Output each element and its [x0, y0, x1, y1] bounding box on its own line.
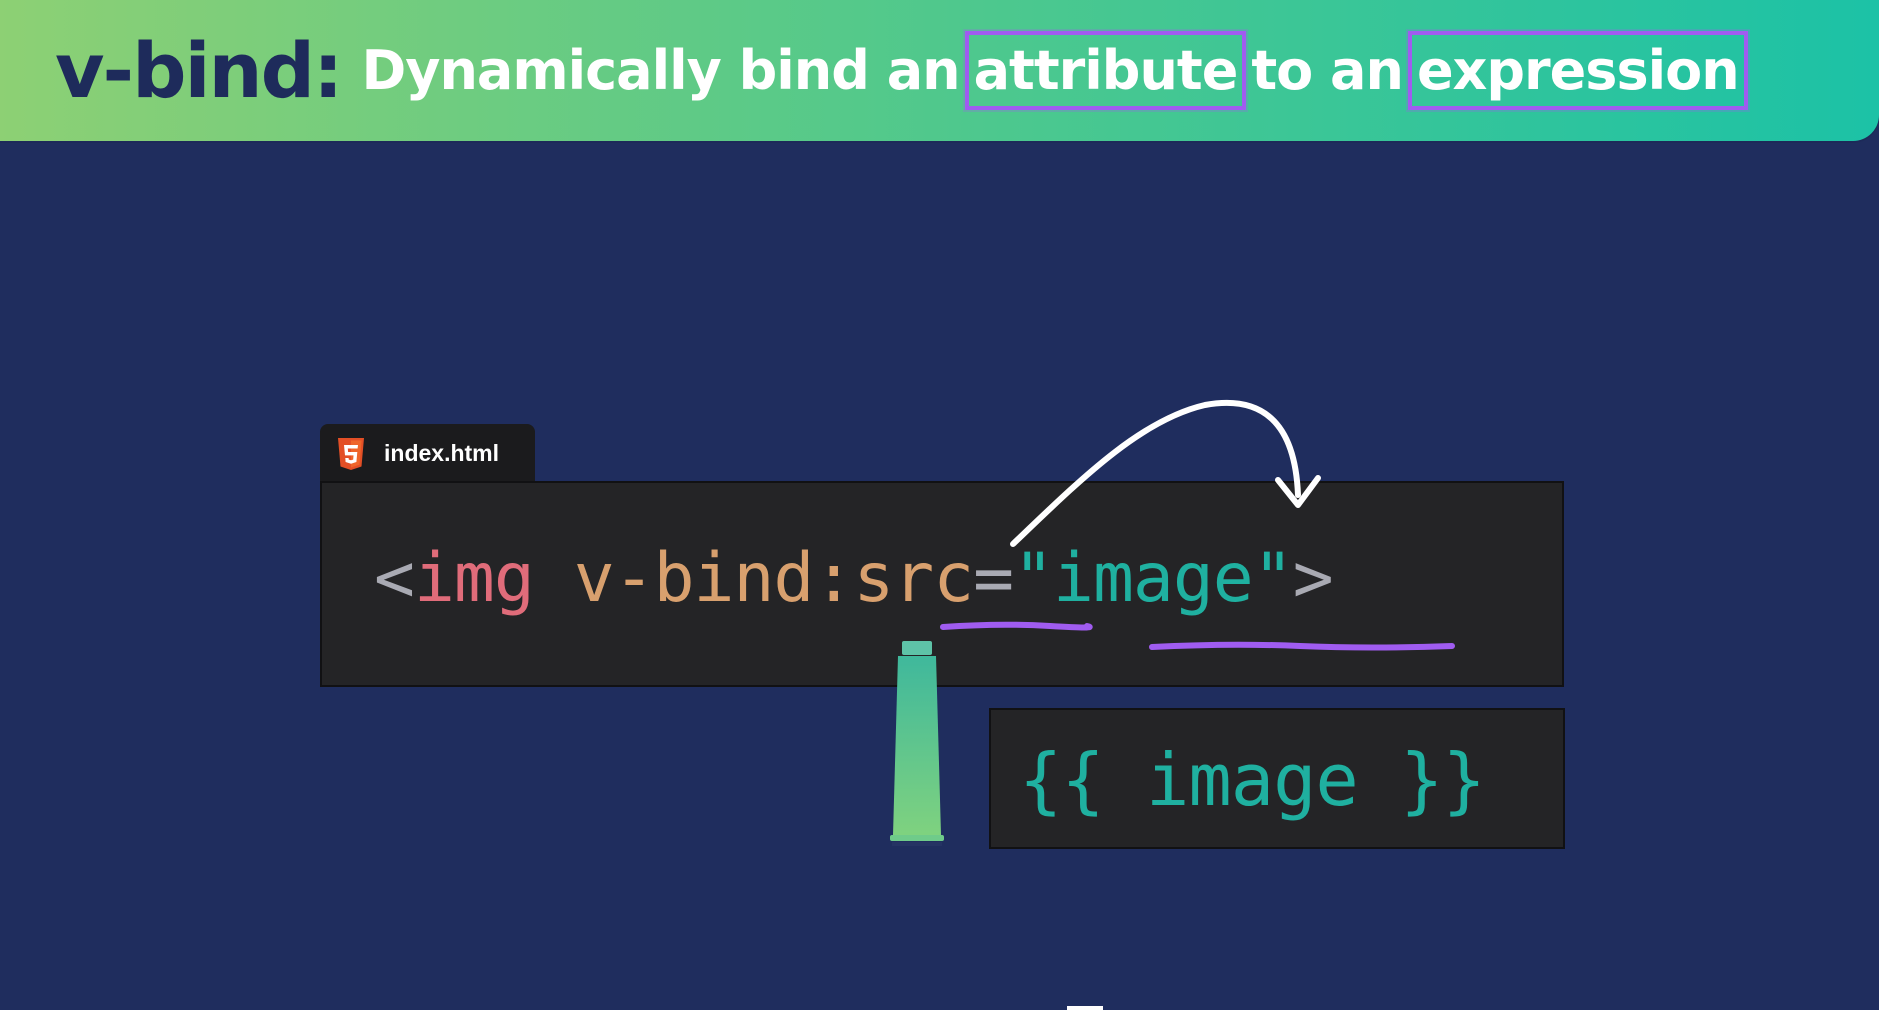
glue-tube-icon [890, 641, 944, 846]
annotation-overlay [890, 399, 1455, 1010]
progress-marker [1067, 1006, 1103, 1010]
value-underline [1149, 641, 1455, 651]
curved-arrow-icon [1010, 399, 1301, 547]
attribute-underline [940, 621, 1093, 631]
